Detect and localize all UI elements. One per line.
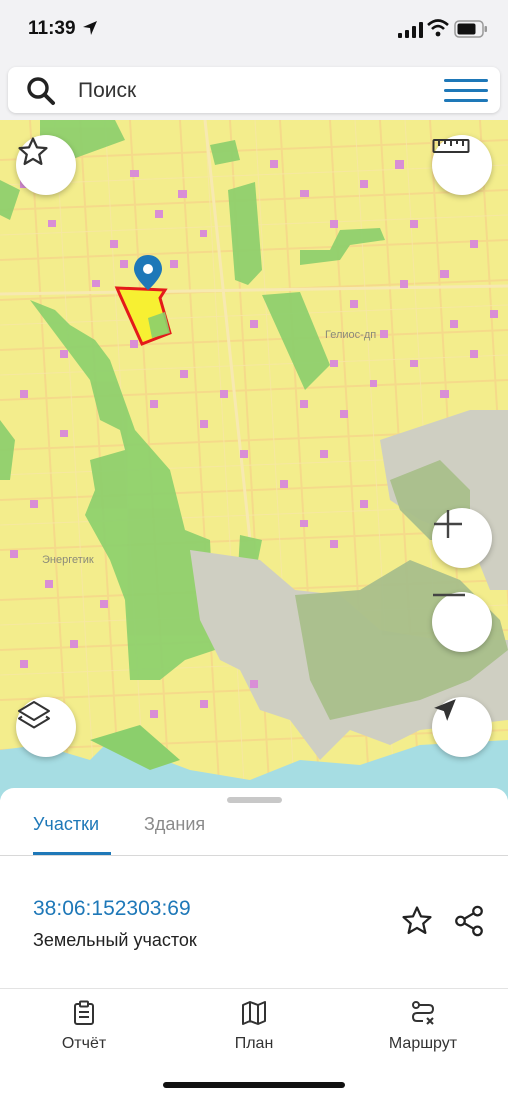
- search-input[interactable]: [76, 76, 420, 106]
- map-label-geliosdp: Гелиос-дп: [325, 329, 377, 341]
- home-indicator[interactable]: [163, 1082, 345, 1088]
- parcel-type: Земельный участок: [33, 930, 197, 950]
- favorites-button[interactable]: [16, 135, 76, 195]
- zoom-in-icon: [434, 510, 462, 538]
- sheet-grabber[interactable]: [227, 797, 282, 803]
- zoom-in-button[interactable]: [432, 508, 492, 568]
- nav-report-label: Отчёт: [61, 1035, 107, 1052]
- map-view[interactable]: Гелиос-дп Энергетик: [0, 120, 508, 800]
- search-icon[interactable]: [26, 76, 56, 106]
- layers-button[interactable]: [16, 697, 76, 757]
- status-time: 11:39: [28, 18, 76, 39]
- hamburger-menu-icon[interactable]: [444, 77, 488, 105]
- nav-plan-label: План: [234, 1035, 274, 1052]
- nav-route-label: Маршрут: [388, 1035, 458, 1052]
- report-clipboard-icon: [74, 1000, 94, 1025]
- map-label-energetik: Энергетик: [42, 554, 94, 566]
- tab-buildings[interactable]: Здания: [144, 814, 205, 835]
- map-plan-icon: [242, 1001, 266, 1025]
- share-icon[interactable]: [452, 904, 486, 938]
- ruler-button[interactable]: [432, 135, 492, 195]
- wifi-icon: [427, 19, 449, 37]
- bottom-sheet: Участки Здания 38:06:152303:69 Земельный…: [0, 788, 508, 1100]
- my-location-button[interactable]: [432, 697, 492, 757]
- search-bar: [8, 67, 500, 113]
- location-arrow-icon: [83, 21, 97, 35]
- status-bar: 11:39: [0, 0, 508, 60]
- add-favorite-star-icon[interactable]: [400, 904, 434, 938]
- nav-route[interactable]: Маршрут: [363, 1000, 483, 1053]
- battery-icon: [454, 20, 487, 38]
- favorites-star-icon: [18, 137, 48, 166]
- tab-divider: [0, 855, 508, 856]
- nav-report[interactable]: Отчёт: [24, 1000, 144, 1053]
- zoom-out-button[interactable]: [432, 592, 492, 652]
- tab-parcels[interactable]: Участки: [33, 814, 99, 835]
- route-icon: [411, 1001, 435, 1025]
- ruler-icon: [432, 139, 470, 153]
- layers-icon: [18, 701, 50, 729]
- my-location-icon: [434, 699, 456, 721]
- parcel-cadastral-number[interactable]: 38:06:152303:69: [33, 897, 191, 921]
- signal-icon: [398, 22, 423, 38]
- nav-plan[interactable]: План: [194, 1000, 314, 1053]
- zoom-out-icon: [433, 593, 465, 597]
- sheet-divider: [0, 988, 508, 989]
